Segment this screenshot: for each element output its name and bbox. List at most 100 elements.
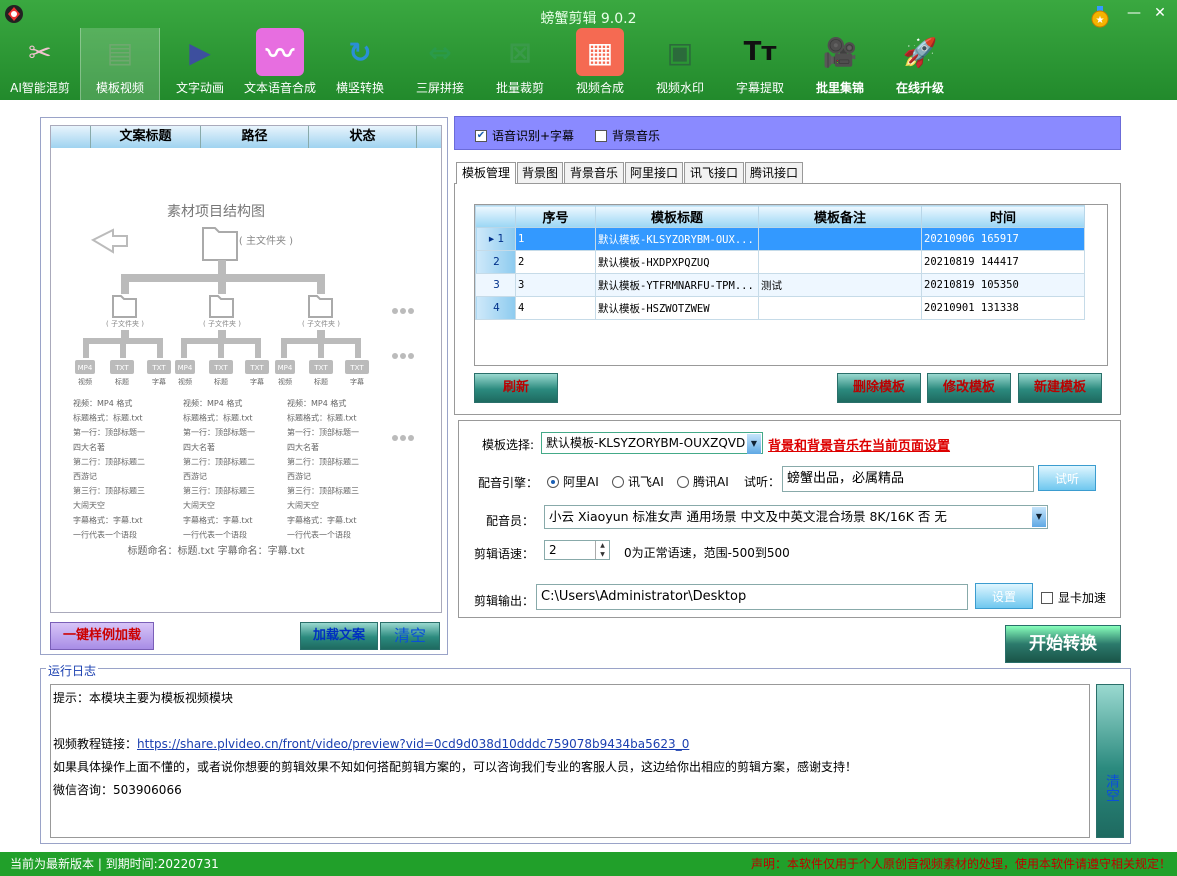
output-label: 剪辑输出： [473, 594, 534, 608]
table-corner [475, 205, 516, 228]
trial-listen-button[interactable]: 试听 [1038, 465, 1096, 491]
voice-select[interactable]: 小云 Xiaoyun 标准女声 通用场景 中文及中英文混合场景 8K/16K 否… [544, 505, 1048, 529]
chevron-down-icon[interactable]: ▼ [1032, 507, 1046, 527]
col-title[interactable]: 文案标题 [91, 126, 201, 148]
table-row[interactable]: 4 4 默认模板-HSZWOTZWEW 20210901 131338 [475, 296, 1085, 320]
diagram-note: 四大名著 [73, 442, 105, 452]
engine-xunfei-radio[interactable]: 讯飞AI [612, 473, 664, 490]
trial-text-input[interactable]: 螃蟹出品，必属精品 [782, 466, 1034, 492]
toolbar-subtitle-button[interactable]: Tт 字幕提取 [720, 28, 800, 100]
engine-tencent-radio[interactable]: 腾讯AI [677, 473, 729, 490]
cell-no[interactable]: 2 [515, 250, 596, 274]
grid-corner [51, 126, 91, 148]
col-path[interactable]: 路径 [201, 126, 309, 148]
ellipsis-icon-1 [392, 308, 414, 314]
minimize-button[interactable]: — [1124, 4, 1144, 22]
output-settings-button[interactable]: 设置 [975, 583, 1033, 609]
tab-background-music[interactable]: 背景音乐 [564, 162, 624, 183]
gpu-accel-option[interactable]: 显卡加速 [1041, 589, 1106, 606]
sample-load-button[interactable]: 一键样例加载 [50, 622, 154, 650]
toolbar-camera-button[interactable]: 🎥 批里集锦 [800, 28, 880, 100]
template-select-label: 模板选择: [481, 438, 534, 452]
bgm-option[interactable]: 背景音乐 [595, 127, 660, 144]
medal-icon[interactable]: ★ [1090, 6, 1110, 28]
row-header[interactable]: 3 [475, 273, 516, 297]
file-labels: 视频 标题 字幕 视频 标题 字幕 视频 标题 字幕 [78, 377, 364, 386]
template-select[interactable]: 默认模板-KLSYZORYBM-OUXZQVD ▼ [541, 432, 763, 454]
toolbar-crop-button[interactable]: ⊠ 批量裁剪 [480, 28, 560, 100]
toolbar-video-merge-button[interactable]: ▦ 视频合成 [560, 28, 640, 100]
toolbar-label: 视频水印 [655, 81, 704, 95]
template-select-value: 默认模板-KLSYZORYBM-OUXZQVD [546, 436, 746, 450]
start-convert-button[interactable]: 开始转换 [1005, 625, 1121, 663]
asr-option[interactable]: ✔ 语音识别+字幕 [475, 127, 574, 144]
cell-title[interactable]: 默认模板-HXDPXPQZUQ [595, 250, 759, 274]
toolbar-label: 横竖转换 [335, 81, 384, 95]
cell-title[interactable]: 默认模板-HSZWOTZWEW [595, 296, 759, 320]
toolbar-tts-button[interactable]: 〰文本语音合成 [240, 28, 320, 100]
tts-icon: 〰 [256, 28, 304, 76]
cell-no[interactable]: 1 [515, 227, 596, 251]
toolbar-rotate-button[interactable]: ↻ 横竖转换 [320, 28, 400, 100]
cell-time[interactable]: 20210819 105350 [921, 273, 1085, 297]
col-no[interactable]: 序号 [515, 205, 596, 228]
cell-time[interactable]: 20210901 131338 [921, 296, 1085, 320]
close-button[interactable]: ✕ [1150, 4, 1170, 22]
col-time[interactable]: 时间 [921, 205, 1085, 228]
cell-no[interactable]: 4 [515, 296, 596, 320]
new-template-button[interactable]: 新建模板 [1018, 373, 1102, 403]
refresh-button[interactable]: 刷新 [474, 373, 558, 403]
cell-note[interactable]: 测试 [758, 273, 922, 297]
row-header[interactable]: 4 [475, 296, 516, 320]
toolbar-template-video-button[interactable]: ▤ 模板视频 [80, 28, 160, 100]
voice-select-value: 小云 Xiaoyun 标准女声 通用场景 中文及中英文混合场景 8K/16K 否… [549, 509, 947, 524]
tab-tencent-api[interactable]: 腾讯接口 [745, 162, 803, 183]
cell-title[interactable]: 默认模板-KLSYZORYBM-OUX... [595, 227, 759, 251]
diagram-note: 字幕格式：字幕.txt [287, 515, 357, 525]
chevron-down-icon[interactable]: ▼ [747, 434, 761, 454]
cell-note[interactable] [758, 227, 922, 251]
log-clear-button[interactable]: 清空 [1096, 684, 1124, 838]
toolbar-rocket-button[interactable]: 🚀 在线升级 [880, 28, 960, 100]
engine-ali-radio[interactable]: 阿里AI [547, 473, 599, 490]
ellipsis-icon-3 [392, 435, 414, 441]
row-header[interactable]: 2 [475, 250, 516, 274]
toolbar-three-screen-button[interactable]: ⇔ 三屏拼接 [400, 28, 480, 100]
tab-background-image[interactable]: 背景图 [517, 162, 563, 183]
toolbar-watermark-button[interactable]: ▣ 视频水印 [640, 28, 720, 100]
cell-time[interactable]: 20210819 144417 [921, 250, 1085, 274]
diagram-note: 字幕格式：字幕.txt [183, 515, 253, 525]
toolbar-text-animation-button[interactable]: ▶ 文字动画 [160, 28, 240, 100]
crop-icon: ⊠ [508, 35, 532, 69]
cell-note[interactable] [758, 296, 922, 320]
bgm-checkbox[interactable] [595, 129, 607, 142]
tab-template-manage[interactable]: 模板管理 [456, 162, 516, 184]
load-text-button[interactable]: 加载文案 [300, 622, 378, 650]
tutorial-link[interactable]: https://share.plvideo.cn/front/video/pre… [137, 737, 689, 751]
toolbar-label: 批量裁剪 [495, 81, 544, 95]
log-line-2: 视频教程链接：https://share.plvideo.cn/front/vi… [53, 737, 690, 751]
log-textarea[interactable]: 提示：本模块主要为模板视频模块 视频教程链接：https://share.plv… [50, 684, 1090, 838]
cell-title[interactable]: 默认模板-YTFRMNARFU-TPM... [595, 273, 759, 297]
output-path-input[interactable]: C:\Users\Administrator\Desktop [536, 584, 968, 610]
camera-icon: 🎥 [822, 35, 858, 69]
speed-stepper[interactable]: 2 ▲ ▼ [544, 540, 610, 560]
tab-ali-api[interactable]: 阿里接口 [625, 162, 683, 183]
col-template-title[interactable]: 模板标题 [595, 205, 759, 228]
delete-template-button[interactable]: 删除模板 [837, 373, 921, 403]
modify-template-button[interactable]: 修改模板 [927, 373, 1011, 403]
table-row[interactable]: ▸ 1 1 默认模板-KLSYZORYBM-OUX... 20210906 16591… [475, 227, 1085, 251]
tab-xunfei-api[interactable]: 讯飞接口 [684, 162, 744, 183]
clear-text-button[interactable]: 清空 [380, 622, 440, 650]
cell-time[interactable]: 20210906 165917 [921, 227, 1085, 251]
table-row[interactable]: 3 3 默认模板-YTFRMNARFU-TPM... 测试 20210819 10535… [475, 273, 1085, 297]
row-header[interactable]: ▸ 1 [475, 227, 516, 251]
stepper-arrows-icon[interactable]: ▲ ▼ [595, 541, 609, 559]
table-row[interactable]: 2 2 默认模板-HXDPXPQZUQ 20210819 144417 [475, 250, 1085, 274]
cell-note[interactable] [758, 250, 922, 274]
col-template-note[interactable]: 模板备注 [758, 205, 922, 228]
asr-checkbox[interactable]: ✔ [475, 129, 487, 142]
toolbar-ai-mix-button[interactable]: ✂ AI智能混剪 [0, 28, 80, 100]
cell-no[interactable]: 3 [515, 273, 596, 297]
col-status[interactable]: 状态 [309, 126, 417, 148]
